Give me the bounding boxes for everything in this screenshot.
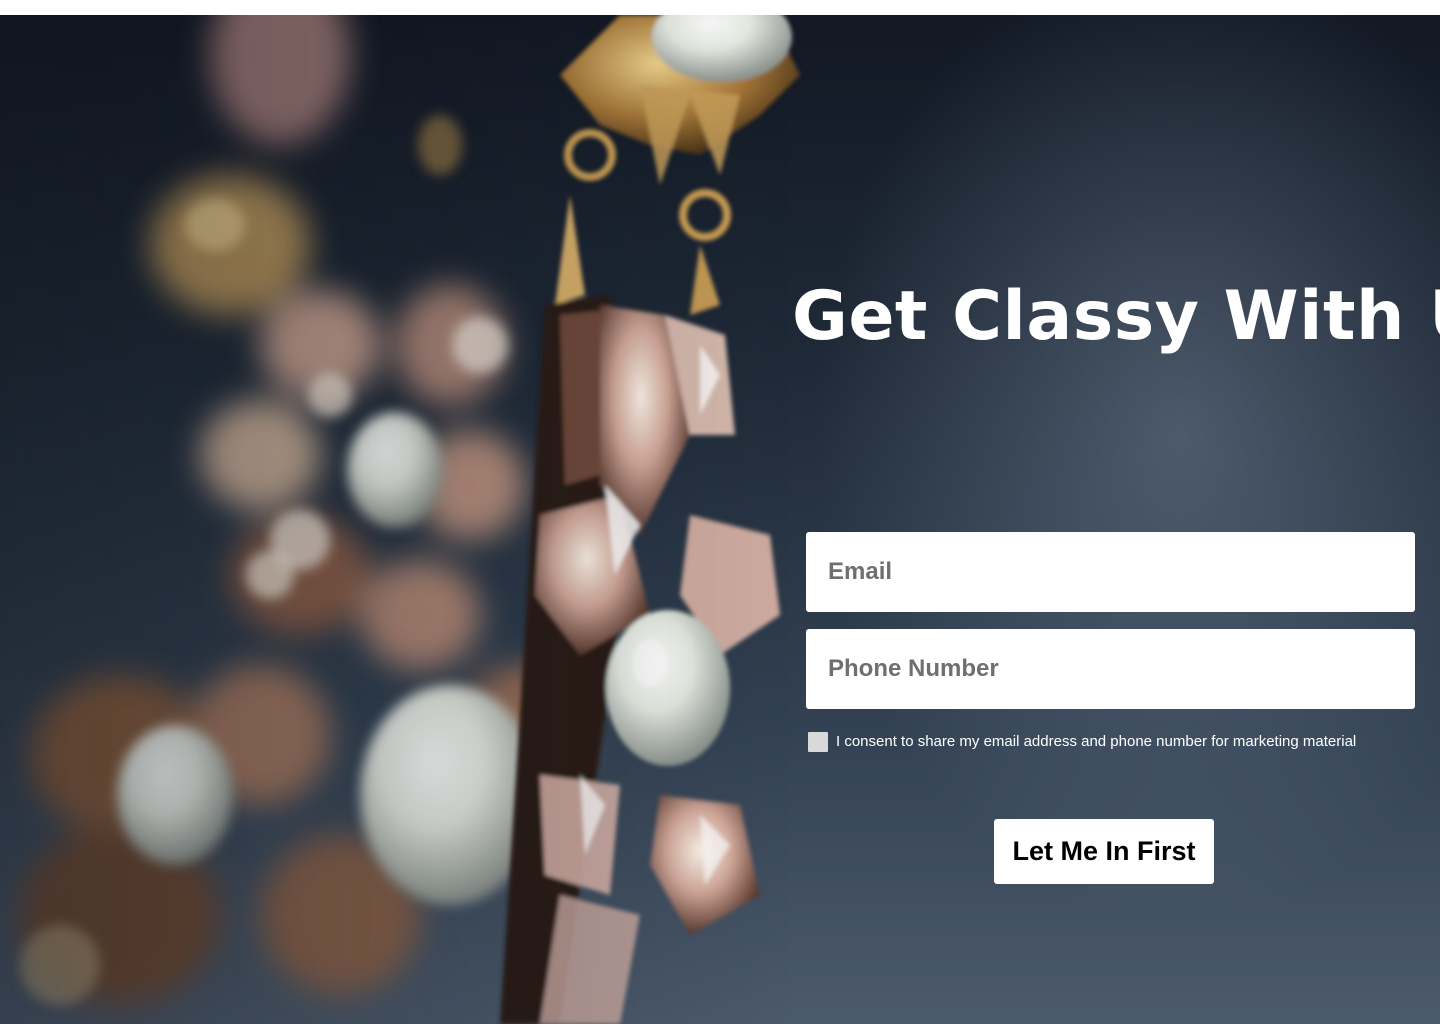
phone-number-field[interactable] (806, 629, 1415, 709)
consent-checkbox[interactable] (808, 732, 828, 752)
page-title: Get Classy With Us (792, 277, 1440, 356)
signup-form: I consent to share my email address and … (806, 532, 1415, 884)
signup-page: Get Classy With Us I consent to share my… (0, 0, 1440, 1024)
let-me-in-first-button[interactable]: Let Me In First (994, 819, 1214, 884)
consent-label: I consent to share my email address and … (836, 733, 1357, 750)
email-field[interactable] (806, 532, 1415, 612)
hero-section: Get Classy With Us I consent to share my… (0, 15, 1440, 1024)
top-strip (0, 0, 1440, 15)
jewelry-photo (0, 15, 1440, 1024)
consent-row[interactable]: I consent to share my email address and … (806, 732, 1356, 752)
